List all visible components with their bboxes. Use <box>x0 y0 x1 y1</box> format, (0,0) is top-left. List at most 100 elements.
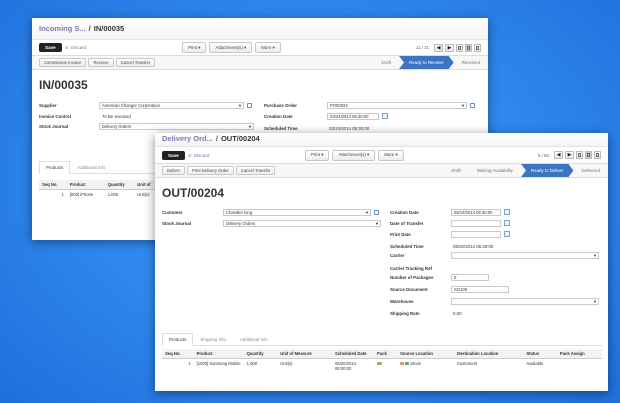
creation-date-label: Creation Date <box>264 114 293 119</box>
breadcrumb: Incoming S... / IN/00035 <box>32 18 488 40</box>
breadcrumb-parent-link[interactable]: Delivery Ord... <box>162 134 213 143</box>
number-of-packages-input[interactable]: 0 <box>451 274 489 281</box>
calendar-view-icon[interactable] <box>474 43 481 52</box>
next-record-button[interactable]: ▶ <box>445 43 454 52</box>
cell-uom: Unit(s) <box>280 361 293 366</box>
cancel-transfer-button[interactable]: Cancel Transfer <box>235 166 276 175</box>
discard-link[interactable]: Discard <box>71 45 87 50</box>
breadcrumb-parent-link[interactable]: Incoming S... <box>39 24 86 33</box>
cancel-transfer-button[interactable]: Cancel Transfer <box>115 58 156 67</box>
stage-draft: Draft <box>381 60 392 65</box>
chevron-down-icon: ▼ <box>375 221 379 226</box>
tab-additional-info[interactable]: Additional Info <box>70 161 112 173</box>
toolbar-dropdowns: Print ▾ Attachment(s) ▾ More ▾ <box>182 42 281 53</box>
attachments-dropdown[interactable]: Attachment(s) ▾ <box>209 42 253 53</box>
breadcrumb-separator: / <box>215 134 218 143</box>
column-header[interactable]: Seq No. <box>39 180 67 190</box>
creation-date-input[interactable]: 05/13/2014 06:30:00 <box>451 209 501 216</box>
tab-shipping-info[interactable]: Shipping Info <box>193 333 233 345</box>
column-header[interactable]: Quantity <box>104 180 135 190</box>
calendar-icon[interactable] <box>382 113 388 119</box>
list-view-icon[interactable] <box>576 151 583 159</box>
tab-products[interactable]: Products <box>162 333 194 346</box>
warehouse-label: Warehouse <box>390 299 414 304</box>
column-header[interactable]: Quantity <box>243 349 278 359</box>
attachments-dropdown[interactable]: Attachment(s) ▾ <box>332 149 376 161</box>
shipping-rate-value: 0.00 <box>453 311 462 316</box>
prev-record-button[interactable]: ◀ <box>554 151 563 159</box>
column-header[interactable]: Source Location <box>397 349 454 359</box>
deliver-button[interactable]: Deliver <box>162 166 186 175</box>
column-header[interactable]: Product <box>193 349 244 359</box>
column-header[interactable]: Seq.No. <box>162 349 194 359</box>
scheduled-time-label: Scheduled Time <box>264 126 298 131</box>
table-header-row: Seq.No. Product Quantity Unit of Measure… <box>162 349 602 359</box>
column-header[interactable]: Destination Location <box>453 349 524 359</box>
print-delivery-order-button[interactable]: Print Delivery Order <box>187 166 234 175</box>
column-header[interactable]: Scheduled Date <box>332 349 375 359</box>
print-date-input[interactable] <box>451 231 501 238</box>
customer-field[interactable]: Chandler long ▼ <box>223 209 371 216</box>
column-header[interactable]: Product <box>66 180 105 190</box>
print-dropdown[interactable]: Print ▾ <box>305 149 330 161</box>
pager: 5 / 80 ◀ ▶ <box>538 151 601 159</box>
calendar-icon[interactable] <box>504 220 510 226</box>
status-bar: Commission Invoice Receive Cancel Transf… <box>32 56 488 70</box>
tab-products[interactable]: Products <box>39 161 71 174</box>
calendar-icon[interactable] <box>504 209 510 215</box>
creation-date-input[interactable]: 03/24/2014 05:30:00 <box>327 113 379 120</box>
cell-product: [000] iPhone <box>69 192 94 197</box>
receive-button[interactable]: Receive <box>88 58 114 67</box>
stock-journal-value: Delivery Orders <box>226 221 256 226</box>
print-dropdown[interactable]: Print ▾ <box>182 42 207 53</box>
tab-additional-info[interactable]: Additional Info <box>233 333 275 345</box>
shipping-rate-label: Shipping Rate <box>390 311 420 316</box>
discard-link[interactable]: Discard <box>194 153 210 158</box>
pager-count[interactable]: 11 / 31 <box>416 45 429 50</box>
pack-icon[interactable] <box>377 362 383 365</box>
column-header[interactable]: Unit of Measure <box>277 349 333 359</box>
prev-record-button[interactable]: ◀ <box>434 43 443 52</box>
column-header[interactable]: Pack <box>374 349 398 359</box>
supplier-field[interactable]: American Changer Corporation ▼ <box>99 102 244 109</box>
stage-pipeline: Draft Ready to Receive Received <box>374 56 488 69</box>
column-header[interactable]: Pack Assign <box>556 349 602 359</box>
more-dropdown[interactable]: More ▾ <box>378 149 404 161</box>
table-row[interactable]: 1 [000] iPhone 1.000 Unit(s) <box>39 190 159 200</box>
stock-journal-select[interactable]: Delivery Orders ▼ <box>223 220 381 227</box>
cell-seq: 1 <box>61 192 64 197</box>
next-record-button[interactable]: ▶ <box>565 151 574 159</box>
pager-count[interactable]: 5 / 80 <box>538 153 549 158</box>
save-button[interactable]: Save <box>162 150 185 160</box>
stage-waiting-availability: Waiting Availability <box>476 168 513 173</box>
external-link-icon[interactable] <box>374 210 379 215</box>
calendar-view-icon[interactable] <box>594 151 601 159</box>
carrier-field[interactable]: ▼ <box>451 252 599 259</box>
external-link-icon[interactable] <box>470 103 475 108</box>
commission-invoice-button[interactable]: Commission Invoice <box>39 58 87 67</box>
form-view-icon[interactable] <box>465 43 472 52</box>
box-icon[interactable] <box>405 362 410 365</box>
box-icon[interactable] <box>400 362 405 365</box>
external-link-icon[interactable] <box>247 103 252 108</box>
save-button[interactable]: Save <box>39 43 62 52</box>
cell-source-location: Stock <box>397 359 454 374</box>
scheduled-time-value: 03/24/2014 05:30:00 <box>329 126 370 131</box>
form-view-icon[interactable] <box>585 151 592 159</box>
chevron-down-icon: ▼ <box>248 124 252 129</box>
calendar-icon[interactable] <box>504 231 510 237</box>
list-view-icon[interactable] <box>456 43 463 52</box>
supplier-value: American Changer Corporation <box>102 103 160 108</box>
creation-date-value: 05/13/2014 06:30:00 <box>454 210 493 215</box>
more-dropdown[interactable]: More ▾ <box>255 42 281 53</box>
stage-delivered: Delivered <box>581 168 600 173</box>
stock-journal-label: Stock Journal <box>39 124 69 129</box>
column-header[interactable]: Status <box>523 349 557 359</box>
source-document-input[interactable]: SO109 <box>451 286 509 293</box>
purchase-order-field[interactable]: PO00022 ▼ <box>327 102 467 109</box>
date-of-transfer-input[interactable] <box>451 220 501 227</box>
stock-journal-select[interactable]: Delivery Orders ▼ <box>99 123 254 130</box>
warehouse-field[interactable]: ▼ <box>451 298 599 305</box>
table-row[interactable]: 1 [1000] Samsung Mobile 1.000 Unit(s) 05… <box>162 359 602 374</box>
stage-pipeline: Draft Waiting Availability Ready to Deli… <box>443 164 608 177</box>
